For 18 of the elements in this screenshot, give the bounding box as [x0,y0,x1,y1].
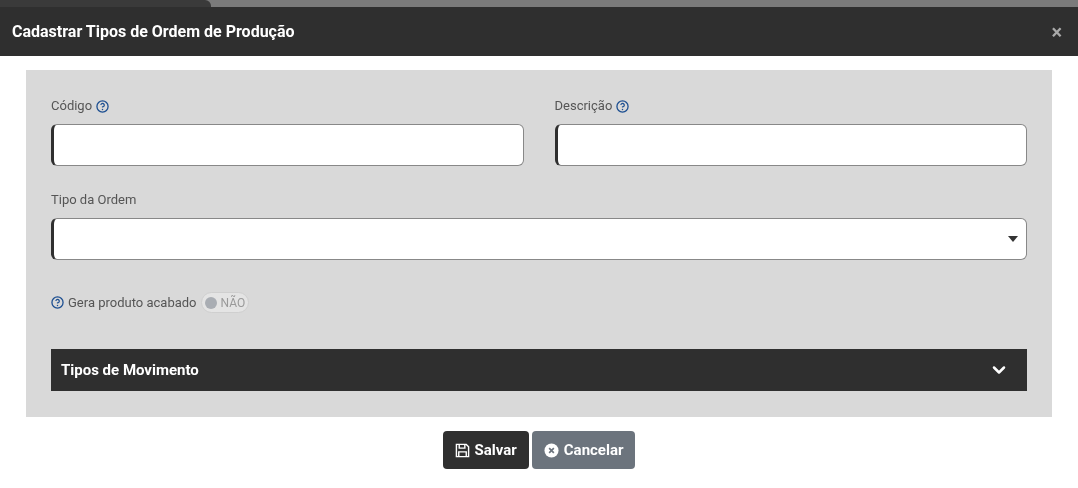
dialog-title: Cadastrar Tipos de Ordem de Produção [12,20,295,43]
close-circle-icon [543,442,559,458]
section-header[interactable]: Tipos de Movimento [51,349,1027,391]
help-icon[interactable] [96,99,110,113]
field-label: Descrição [554,97,613,116]
cancel-button[interactable]: Cancelar [531,431,636,469]
floppy-disk-icon [454,442,470,458]
field-label: Tipo da Ordem [51,191,137,210]
help-icon[interactable] [616,99,630,113]
field-label: Código [51,97,93,116]
help-icon[interactable] [51,296,64,309]
save-button[interactable]: Salvar [442,431,529,469]
select-field[interactable] [51,218,1027,260]
dropdown-caret-icon [1008,236,1018,242]
close-button[interactable]: × [1051,21,1062,42]
text-field[interactable] [554,124,1027,166]
text-field[interactable] [51,124,524,166]
toggle-label: Gera produto acabado [68,293,197,312]
